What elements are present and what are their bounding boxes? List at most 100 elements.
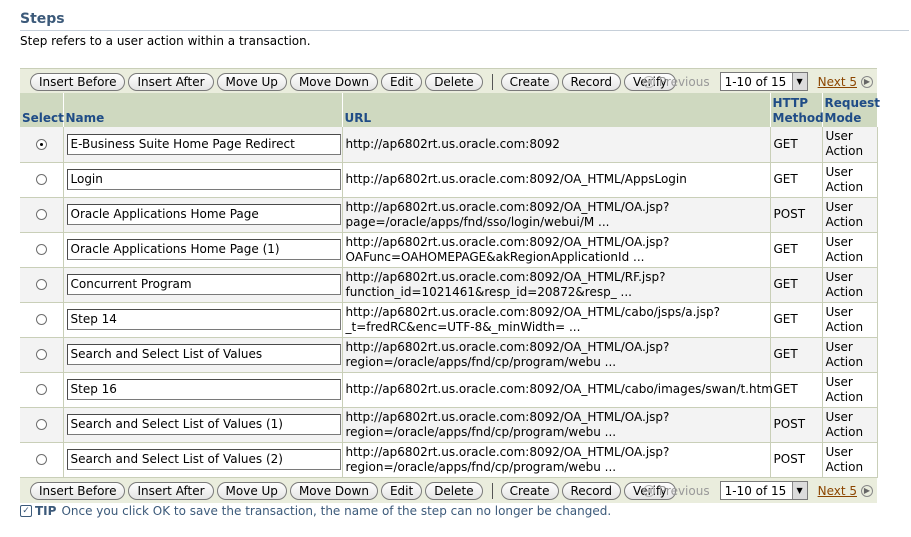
select-radio[interactable] <box>35 314 47 325</box>
name-input[interactable]: E-Business Suite Home Page Redirect <box>66 133 341 155</box>
previous-circle-icon: ◀ <box>642 484 655 497</box>
http-method-cell: POST <box>770 407 823 443</box>
insert-after-button[interactable]: Insert After <box>128 72 214 91</box>
table-row: E-Business Suite Home Page Redirect http… <box>20 127 878 163</box>
next-link[interactable]: Next 5 <box>818 484 857 498</box>
section-description: Step refers to a user action within a tr… <box>20 34 311 48</box>
chevron-down-icon[interactable]: ▼ <box>791 73 807 90</box>
bottom-toolbar: Insert Before Insert After Move Up Move … <box>20 478 877 503</box>
move-down-button[interactable]: Move Down <box>289 72 378 91</box>
select-cell <box>20 442 64 478</box>
delete-button[interactable]: Delete <box>425 72 483 91</box>
tip-text: Once you click OK to save the transactio… <box>61 504 612 518</box>
column-header-url: URL <box>342 93 771 127</box>
select-radio[interactable] <box>35 174 47 185</box>
http-method-cell: GET <box>770 232 823 268</box>
name-input[interactable]: Oracle Applications Home Page (1) <box>66 239 341 260</box>
column-header-name: Name <box>63 93 343 127</box>
select-cell <box>20 267 64 303</box>
name-input[interactable]: Step 16 <box>66 379 341 400</box>
select-radio[interactable] <box>35 384 47 395</box>
tip: ✓ TIP Once you click OK to save the tran… <box>20 504 611 518</box>
url-cell: http://ap6802rt.us.oracle.com:8092/OA_HT… <box>342 442 771 478</box>
name-input[interactable]: Search and Select List of Values <box>66 344 341 365</box>
section-title: Steps <box>20 11 65 27</box>
table-row: Search and Select List of Values (1) htt… <box>20 407 878 443</box>
insert-after-button[interactable]: Insert After <box>128 481 214 500</box>
select-radio[interactable] <box>35 419 47 430</box>
range-select-value: 1-10 of 15 <box>724 74 787 89</box>
http-method-cell: GET <box>770 337 823 373</box>
move-up-button[interactable]: Move Up <box>216 72 287 91</box>
select-radio[interactable] <box>35 279 47 290</box>
record-button[interactable]: Record <box>561 72 621 91</box>
table-row: Oracle Applications Home Page (1) http:/… <box>20 232 878 268</box>
http-method-cell: POST <box>770 197 823 233</box>
request-mode-cell: User Action <box>822 442 878 478</box>
url-cell: http://ap6802rt.us.oracle.com:8092/OA_HT… <box>342 232 771 268</box>
name-cell: Oracle Applications Home Page (1) <box>63 232 343 268</box>
name-cell: Search and Select List of Values (1) <box>63 407 343 443</box>
table-row: Step 14 http://ap6802rt.us.oracle.com:80… <box>20 302 878 338</box>
select-radio[interactable] <box>35 244 47 255</box>
http-method-cell: GET <box>770 267 823 303</box>
range-select-value: 1-10 of 15 <box>724 483 787 498</box>
next-circle-icon[interactable]: ▶ <box>861 484 873 497</box>
select-cell <box>20 407 64 443</box>
name-input[interactable]: Step 14 <box>66 309 341 330</box>
name-input[interactable]: Oracle Applications Home Page <box>66 204 341 225</box>
http-method-cell: GET <box>770 127 823 163</box>
request-mode-cell: User Action <box>822 127 878 163</box>
url-cell: http://ap6802rt.us.oracle.com:8092 <box>342 127 771 163</box>
select-radio[interactable] <box>35 209 47 220</box>
table-header-row: Select Name URL HTTP Method Request Mode <box>20 93 880 127</box>
name-cell: Step 14 <box>63 302 343 338</box>
move-up-button[interactable]: Move Up <box>216 481 287 500</box>
previous-circle-icon: ◀ <box>642 75 655 88</box>
select-radio[interactable] <box>35 454 47 465</box>
tip-label: TIP <box>35 504 57 518</box>
select-cell <box>20 302 64 338</box>
range-select[interactable]: 1-10 of 15 ▼ <box>719 481 808 500</box>
create-button[interactable]: Create <box>500 72 559 91</box>
edit-button[interactable]: Edit <box>380 72 423 91</box>
url-cell: http://ap6802rt.us.oracle.com:8092/OA_HT… <box>342 372 773 408</box>
request-mode-cell: User Action <box>822 197 878 233</box>
edit-button[interactable]: Edit <box>380 481 423 500</box>
range-select[interactable]: 1-10 of 15 ▼ <box>719 72 808 91</box>
select-cell <box>20 197 64 233</box>
insert-before-button[interactable]: Insert Before <box>30 481 126 500</box>
request-mode-cell: User Action <box>822 337 878 373</box>
chevron-down-icon[interactable]: ▼ <box>791 482 807 499</box>
name-cell: Step 16 <box>63 372 343 408</box>
table-row: Search and Select List of Values (2) htt… <box>20 442 878 478</box>
table-row: Login http://ap6802rt.us.oracle.com:8092… <box>20 162 878 198</box>
name-input[interactable]: Search and Select List of Values (2) <box>66 449 341 470</box>
record-button[interactable]: Record <box>561 481 621 500</box>
url-cell: http://ap6802rt.us.oracle.com:8092/OA_HT… <box>342 337 771 373</box>
url-cell: http://ap6802rt.us.oracle.com:8092/OA_HT… <box>342 407 771 443</box>
name-input[interactable]: Search and Select List of Values (1) <box>66 414 341 435</box>
select-cell <box>20 127 64 163</box>
column-header-http-method: HTTP Method <box>770 93 824 127</box>
request-mode-cell: User Action <box>822 267 878 303</box>
delete-button[interactable]: Delete <box>425 481 483 500</box>
move-down-button[interactable]: Move Down <box>289 481 378 500</box>
select-radio[interactable] <box>35 138 47 150</box>
next-link[interactable]: Next 5 <box>818 75 857 89</box>
pagination: ◀ Previous 1-10 of 15 ▼ Next 5 ▶ <box>642 69 873 94</box>
select-radio[interactable] <box>35 349 47 360</box>
previous-link: Previous <box>658 74 710 89</box>
table-row: Search and Select List of Values http://… <box>20 337 878 373</box>
request-mode-cell: User Action <box>822 302 878 338</box>
table-row: Step 16 http://ap6802rt.us.oracle.com:80… <box>20 372 878 408</box>
name-input[interactable]: Login <box>66 169 341 190</box>
toolbar-separator <box>491 73 493 90</box>
url-cell: http://ap6802rt.us.oracle.com:8092/OA_HT… <box>342 302 771 338</box>
name-cell: Oracle Applications Home Page <box>63 197 343 233</box>
create-button[interactable]: Create <box>500 481 559 500</box>
name-input[interactable]: Concurrent Program <box>66 274 341 295</box>
insert-before-button[interactable]: Insert Before <box>30 72 126 91</box>
toolbar-separator <box>491 482 493 499</box>
next-circle-icon[interactable]: ▶ <box>861 75 873 88</box>
